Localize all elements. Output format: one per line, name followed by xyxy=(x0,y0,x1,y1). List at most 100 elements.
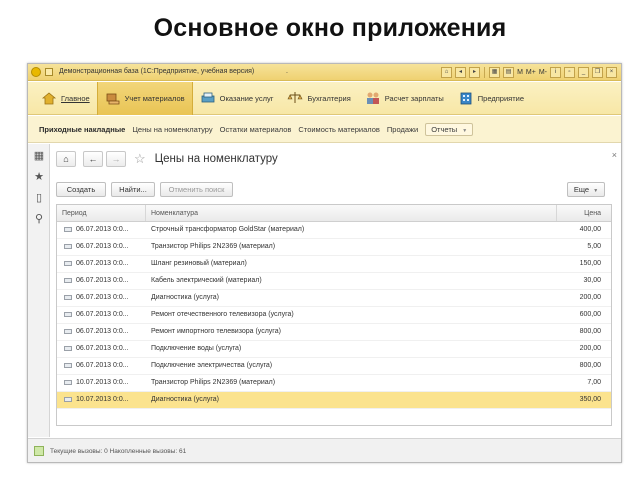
status-text: Текущие вызовы: 0 Накопленные вызовы: 61 xyxy=(50,448,187,455)
cell-period: 06.07.2013 0:0... xyxy=(57,239,146,255)
cell-item: Подключение электричества (услуга) xyxy=(151,362,273,369)
history-icon[interactable]: ▯ xyxy=(33,192,45,204)
section-enterprise[interactable]: Предприятие xyxy=(451,82,531,115)
record-icon xyxy=(64,277,72,283)
section-payroll[interactable]: Расчет зарплаты xyxy=(358,82,451,115)
arrow-right-icon: → xyxy=(111,154,121,164)
app-logo-icon xyxy=(31,67,41,77)
cell-price: 800,00 xyxy=(579,328,601,335)
cell-price: 150,00 xyxy=(579,260,601,267)
cell-item: Кабель электрический (материал) xyxy=(151,277,262,284)
info-icon[interactable]: i xyxy=(550,67,561,78)
caption-dot: . xyxy=(286,68,288,75)
restore-icon[interactable]: ❐ xyxy=(592,67,603,78)
table-row[interactable]: 06.07.2013 0:0... Ремонт отечественного т… xyxy=(57,307,611,324)
cell-price: 5,00 xyxy=(587,243,601,250)
people-icon xyxy=(366,92,379,104)
table-row[interactable]: 06.07.2013 0:0... Диагностика (услуга) 200… xyxy=(57,290,611,307)
favorite-star-icon[interactable]: ☆ xyxy=(134,151,146,167)
close-form-button[interactable]: × xyxy=(612,150,617,160)
chevron-down-icon: ▼ xyxy=(462,127,468,134)
cancel-search-button[interactable]: Отменить поиск xyxy=(160,182,233,197)
search-icon[interactable]: ⚲ xyxy=(33,213,45,225)
record-icon xyxy=(64,311,72,317)
back-button[interactable]: ← xyxy=(83,151,103,167)
home-button[interactable]: ⌂ xyxy=(56,151,76,167)
section-services[interactable]: Оказание услуг xyxy=(193,82,281,115)
cell-period: 06.07.2013 0:0... xyxy=(57,273,146,289)
cell-price: 350,00 xyxy=(579,396,601,403)
section-main[interactable]: Главное xyxy=(34,82,97,115)
nav-item-material-cost[interactable]: Стоимость материалов xyxy=(298,125,379,134)
cell-price: 600,00 xyxy=(579,311,601,318)
cell-item: Диагностика (услуга) xyxy=(151,396,219,403)
server-calls-icon xyxy=(34,446,44,456)
memory-plus-button[interactable]: M+ xyxy=(526,69,536,76)
toolbar-divider xyxy=(484,67,486,78)
home-icon: ⌂ xyxy=(63,154,69,164)
table-row[interactable]: 06.07.2013 0:0... Шланг резиновый (матери… xyxy=(57,256,611,273)
table-row[interactable]: 10.07.2013 0:0... Транзистор Philips 2N23… xyxy=(57,375,611,392)
table-row[interactable]: 06.07.2013 0:0... Кабель электрический (м… xyxy=(57,273,611,290)
record-icon xyxy=(64,362,72,368)
period-text: 06.07.2013 0:0... xyxy=(76,277,129,284)
prices-table: Период Номенклатура Цена 06.07.2013 0:0.… xyxy=(56,204,612,426)
forward-icon[interactable]: ▸ xyxy=(469,67,481,78)
nav-item-material-balances[interactable]: Остатки материалов xyxy=(220,125,292,134)
section-materials[interactable]: Учет материалов xyxy=(96,81,193,115)
nav-item-sales[interactable]: Продажи xyxy=(387,125,418,134)
star-icon[interactable]: ★ xyxy=(33,171,45,183)
table-row[interactable]: 06.07.2013 0:0... Строчный трансформатор … xyxy=(57,222,611,239)
period-text: 10.07.2013 0:0... xyxy=(76,396,129,403)
reports-dropdown[interactable]: Отчеты ▼ xyxy=(425,122,474,136)
calendar-icon[interactable]: ▤ xyxy=(503,67,515,78)
app-window: Демонстрационная база (1С:Предприятие, у… xyxy=(27,63,622,463)
cell-price: 7,00 xyxy=(587,379,601,386)
printer-icon xyxy=(201,92,215,103)
title-bar: Демонстрационная база (1С:Предприятие, у… xyxy=(28,64,621,81)
table-row[interactable]: 10.07.2013 0:0... Диагностика (услуга) 350… xyxy=(57,392,611,409)
calculator-icon[interactable]: ▦ xyxy=(489,67,501,78)
column-header-item[interactable]: Номенклатура xyxy=(146,205,557,221)
status-bar: Текущие вызовы: 0 Накопленные вызовы: 61 xyxy=(28,438,621,462)
window-menu-icon[interactable] xyxy=(45,68,53,76)
cell-period: 06.07.2013 0:0... xyxy=(57,290,146,306)
nav-item-prices[interactable]: Цены на номенклатуру xyxy=(132,125,212,134)
nav-item-incoming-invoices[interactable]: Приходные накладные xyxy=(39,125,125,134)
create-button[interactable]: Создать xyxy=(56,182,106,197)
forward-button[interactable]: → xyxy=(106,151,126,167)
cell-item: Диагностика (услуга) xyxy=(151,294,219,301)
table-row[interactable]: 06.07.2013 0:0... Подключение воды (услуг… xyxy=(57,341,611,358)
table-row[interactable]: 06.07.2013 0:0... Подключение электричест… xyxy=(57,358,611,375)
window-icon[interactable]: ▫ xyxy=(564,67,575,78)
section-label: Учет материалов xyxy=(124,93,185,103)
apps-grid-icon[interactable]: ▦ xyxy=(33,150,45,162)
column-header-price[interactable]: Цена xyxy=(557,205,611,221)
period-text: 06.07.2013 0:0... xyxy=(76,362,129,369)
record-icon xyxy=(64,328,72,334)
memory-minus-button[interactable]: M- xyxy=(539,69,547,76)
more-button[interactable]: Еще ▼ xyxy=(567,182,605,197)
period-text: 06.07.2013 0:0... xyxy=(76,328,129,335)
table-row[interactable]: 06.07.2013 0:0... Транзистор Philips 2N23… xyxy=(57,239,611,256)
record-icon xyxy=(64,260,72,266)
reports-label: Отчеты xyxy=(431,124,458,134)
memory-button[interactable]: M xyxy=(517,69,523,76)
find-button[interactable]: Найти... xyxy=(111,182,155,197)
home-icon[interactable]: ⌂ xyxy=(441,67,453,78)
table-row[interactable]: 06.07.2013 0:0... Ремонт импортного телев… xyxy=(57,324,611,341)
section-label: Предприятие xyxy=(477,93,525,103)
minimize-icon[interactable]: _ xyxy=(578,67,589,78)
record-icon xyxy=(64,345,72,351)
cell-period: 06.07.2013 0:0... xyxy=(57,222,146,238)
back-icon[interactable]: ◂ xyxy=(455,67,467,78)
close-icon[interactable]: × xyxy=(606,67,617,78)
cell-price: 200,00 xyxy=(579,294,601,301)
chevron-down-icon: ▼ xyxy=(593,188,599,194)
column-header-period[interactable]: Период xyxy=(57,205,146,221)
cell-price: 200,00 xyxy=(579,345,601,352)
section-accounting[interactable]: Бухгалтерия xyxy=(280,82,357,115)
command-bar: Создать Найти... Отменить поиск Еще ▼ xyxy=(51,180,621,200)
cell-price: 800,00 xyxy=(579,362,601,369)
cell-price: 30,00 xyxy=(583,277,601,284)
